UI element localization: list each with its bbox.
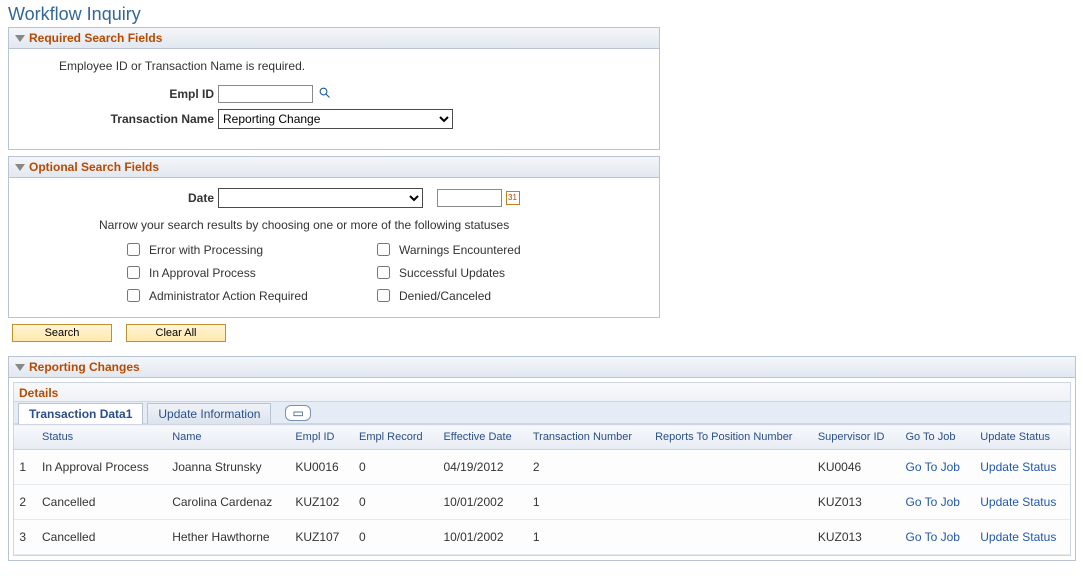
clear-all-button[interactable]: Clear All	[126, 324, 226, 342]
narrow-search-text: Narrow your search results by choosing o…	[99, 218, 645, 232]
cell-eff-date: 10/01/2002	[435, 485, 524, 520]
calendar-icon[interactable]	[506, 191, 520, 205]
denied-label: Denied/Canceled	[399, 289, 491, 303]
empl-id-input[interactable]	[218, 85, 313, 103]
cell-reports-to	[647, 485, 810, 520]
required-search-panel: Required Search Fields Employee ID or Tr…	[8, 27, 660, 150]
cell-empl-id: KU0016	[287, 450, 351, 485]
transaction-name-select[interactable]: Reporting Change	[218, 109, 453, 129]
update-status-link[interactable]: Update Status	[980, 495, 1056, 509]
reporting-changes-panel: Reporting Changes Details Transaction Da…	[8, 356, 1076, 561]
cell-txn-number: 2	[525, 450, 647, 485]
required-hint: Employee ID or Transaction Name is requi…	[59, 59, 645, 73]
cell-status: Cancelled	[34, 520, 164, 555]
col-go-to-job[interactable]: Go To Job	[898, 425, 973, 450]
go-to-job-link[interactable]: Go To Job	[906, 460, 960, 474]
transaction-name-label: Transaction Name	[23, 112, 218, 126]
cell-eff-date: 04/19/2012	[435, 450, 524, 485]
update-status-link[interactable]: Update Status	[980, 530, 1056, 544]
row-num: 3	[14, 520, 34, 555]
required-panel-title: Required Search Fields	[29, 31, 162, 45]
empl-id-label: Empl ID	[23, 87, 218, 101]
cell-empl-record: 0	[351, 520, 435, 555]
warnings-checkbox[interactable]	[377, 243, 390, 256]
denied-checkbox[interactable]	[377, 289, 390, 302]
required-panel-header[interactable]: Required Search Fields	[9, 28, 659, 49]
cell-reports-to	[647, 520, 810, 555]
in-approval-label: In Approval Process	[149, 266, 256, 280]
cell-supervisor: KU0046	[810, 450, 898, 485]
cell-eff-date: 10/01/2002	[435, 520, 524, 555]
search-button[interactable]: Search	[12, 324, 112, 342]
table-row: 3CancelledHether HawthorneKUZ107010/01/2…	[14, 520, 1070, 555]
error-processing-checkbox[interactable]	[127, 243, 140, 256]
update-status-link[interactable]: Update Status	[980, 460, 1056, 474]
cell-empl-id: KUZ107	[287, 520, 351, 555]
cell-supervisor: KUZ013	[810, 520, 898, 555]
col-update-status[interactable]: Update Status	[972, 425, 1070, 450]
go-to-job-link[interactable]: Go To Job	[906, 530, 960, 544]
col-name[interactable]: Name	[164, 425, 287, 450]
successful-checkbox[interactable]	[377, 266, 390, 279]
chevron-down-icon	[15, 35, 25, 42]
cell-name: Carolina Cardenaz	[164, 485, 287, 520]
results-table: Status Name Empl ID Empl Record Effectiv…	[14, 424, 1070, 555]
cell-empl-record: 0	[351, 450, 435, 485]
cell-txn-number: 1	[525, 485, 647, 520]
col-empl-record[interactable]: Empl Record	[351, 425, 435, 450]
row-num: 2	[14, 485, 34, 520]
cell-empl-record: 0	[351, 485, 435, 520]
in-approval-checkbox[interactable]	[127, 266, 140, 279]
cell-name: Hether Hawthorne	[164, 520, 287, 555]
optional-panel-title: Optional Search Fields	[29, 160, 159, 174]
cell-txn-number: 1	[525, 520, 647, 555]
successful-label: Successful Updates	[399, 266, 505, 280]
warnings-label: Warnings Encountered	[399, 243, 521, 257]
row-num: 1	[14, 450, 34, 485]
details-title: Details	[14, 383, 1070, 402]
cell-supervisor: KUZ013	[810, 485, 898, 520]
cell-reports-to	[647, 450, 810, 485]
chevron-down-icon	[15, 364, 25, 371]
col-supervisor[interactable]: Supervisor ID	[810, 425, 898, 450]
date-input[interactable]	[437, 189, 502, 207]
table-row: 2CancelledCarolina CardenazKUZ102010/01/…	[14, 485, 1070, 520]
page-title: Workflow Inquiry	[8, 4, 1075, 25]
col-effective-date[interactable]: Effective Date	[435, 425, 524, 450]
go-to-job-link[interactable]: Go To Job	[906, 495, 960, 509]
date-label: Date	[23, 191, 218, 205]
results-panel-header[interactable]: Reporting Changes	[9, 357, 1075, 378]
results-panel-title: Reporting Changes	[29, 360, 140, 374]
optional-search-panel: Optional Search Fields Date Narrow your …	[8, 156, 660, 318]
cell-name: Joanna Strunsky	[164, 450, 287, 485]
col-status[interactable]: Status	[34, 425, 164, 450]
table-row: 1In Approval ProcessJoanna StrunskyKU001…	[14, 450, 1070, 485]
optional-panel-header[interactable]: Optional Search Fields	[9, 157, 659, 178]
col-txn-number[interactable]: Transaction Number	[525, 425, 647, 450]
cell-status: Cancelled	[34, 485, 164, 520]
date-select[interactable]	[218, 188, 423, 208]
error-processing-label: Error with Processing	[149, 243, 263, 257]
lookup-icon[interactable]	[319, 87, 331, 102]
tab-update-information[interactable]: Update Information	[147, 403, 271, 424]
admin-action-label: Administrator Action Required	[149, 289, 308, 303]
chevron-down-icon	[15, 164, 25, 171]
admin-action-checkbox[interactable]	[127, 289, 140, 302]
col-empl-id[interactable]: Empl ID	[287, 425, 351, 450]
tab-transaction-data1[interactable]: Transaction Data1	[18, 403, 143, 424]
cell-empl-id: KUZ102	[287, 485, 351, 520]
expand-all-icon[interactable]: ▭	[285, 405, 310, 421]
col-reports-to[interactable]: Reports To Position Number	[647, 425, 810, 450]
cell-status: In Approval Process	[34, 450, 164, 485]
